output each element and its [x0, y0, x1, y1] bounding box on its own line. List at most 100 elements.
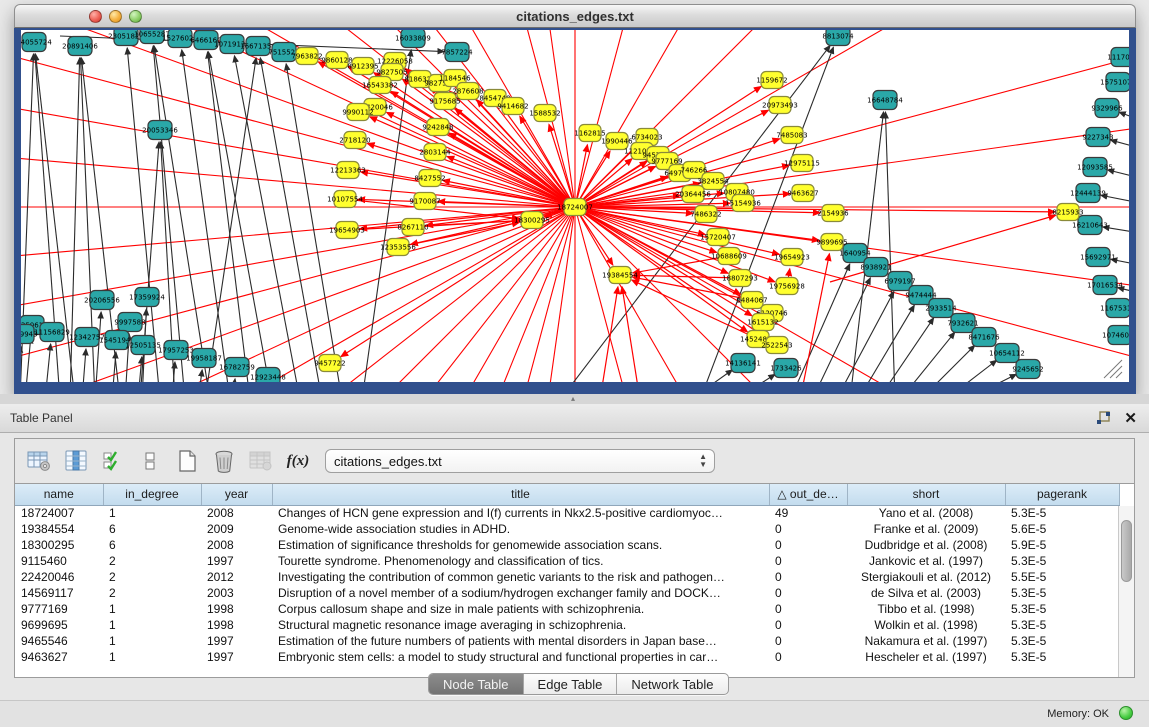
network-node-teal[interactable]: 15692971	[1080, 248, 1116, 267]
table-cell[interactable]: 1	[103, 505, 201, 521]
function-builder-button[interactable]: f(x)	[285, 449, 311, 473]
table-cell[interactable]: Corpus callosum shape and size in male p…	[272, 601, 769, 617]
table-cell[interactable]: de Silva et al. (2003)	[847, 585, 1005, 601]
table-cell[interactable]: Structural magnetic resonance image aver…	[272, 617, 769, 633]
table-row[interactable]: 1456911722003Disruption of a novel membe…	[15, 585, 1119, 601]
network-node-yellow[interactable]: 9175685	[429, 93, 460, 110]
table-row[interactable]: 946554611997Estimation of the future num…	[15, 633, 1119, 649]
table-cell[interactable]: 0	[769, 521, 847, 537]
network-node-teal[interactable]: 8471676	[968, 328, 1000, 347]
table-cell[interactable]: 9777169	[15, 601, 103, 617]
select-rows-button[interactable]	[100, 449, 126, 473]
table-cell[interactable]: 1	[103, 601, 201, 617]
column-header[interactable]: pagerank	[1005, 484, 1119, 505]
table-cell[interactable]: Wolkin et al. (1998)	[847, 617, 1005, 633]
network-node-teal[interactable]: 12923448	[250, 368, 286, 383]
table-cell[interactable]: 18724007	[15, 505, 103, 521]
table-cell[interactable]: Nakamura et al. (1997)	[847, 633, 1005, 649]
column-header[interactable]: name	[15, 484, 103, 505]
table-cell[interactable]: Hescheler et al. (1997)	[847, 649, 1005, 665]
table-cell[interactable]: 19384554	[15, 521, 103, 537]
network-node-teal[interactable]: 20206556	[84, 291, 120, 310]
network-node-yellow[interactable]: 1159672	[756, 72, 787, 89]
network-node-yellow[interactable]: 7485083	[776, 127, 807, 144]
table-cell[interactable]: 5.3E-5	[1005, 585, 1119, 601]
column-header[interactable]: year	[201, 484, 272, 505]
table-cell[interactable]: Changes of HCN gene expression and I(f) …	[272, 505, 769, 521]
table-row[interactable]: 1938455462009Genome-wide association stu…	[15, 521, 1119, 537]
divider-grip-icon[interactable]: ▴	[571, 396, 580, 402]
table-cell[interactable]: 2	[103, 553, 201, 569]
network-node-yellow[interactable]: 8427552	[414, 170, 445, 187]
network-node-teal[interactable]: 10746010	[1102, 326, 1129, 345]
table-cell[interactable]: 1997	[201, 649, 272, 665]
network-node-yellow[interactable]: 9457722	[314, 355, 345, 372]
table-cell[interactable]: 5.3E-5	[1005, 601, 1119, 617]
network-node-yellow[interactable]: 9990112	[342, 104, 373, 121]
network-node-teal[interactable]: 16033809	[395, 30, 431, 48]
network-node-yellow[interactable]: 2522543	[761, 337, 792, 354]
table-cell[interactable]: 9115460	[15, 553, 103, 569]
network-node-yellow[interactable]: 9170087	[409, 193, 440, 210]
network-node-teal[interactable]: 17359924	[129, 288, 165, 307]
table-cell[interactable]: 0	[769, 585, 847, 601]
network-node-yellow[interactable]: 10688609	[711, 248, 747, 265]
table-cell[interactable]: Tourette syndrome. Phenomenology and cla…	[272, 553, 769, 569]
table-cell[interactable]: 2012	[201, 569, 272, 585]
network-node-teal[interactable]: 9329966	[1091, 99, 1123, 118]
network-node-teal[interactable]: 15751074	[1100, 73, 1129, 92]
table-scrollbar-thumb[interactable]	[1121, 520, 1132, 582]
column-header[interactable]: title	[272, 484, 769, 505]
network-canvas[interactable]: 2405572420891406230518261065528715276021…	[14, 28, 1136, 394]
table-row[interactable]: 2242004622012Investigating the contribut…	[15, 569, 1119, 585]
table-cell[interactable]: 1	[103, 633, 201, 649]
table-cell[interactable]: Franke et al. (2009)	[847, 521, 1005, 537]
table-cell[interactable]: 2003	[201, 585, 272, 601]
table-cell[interactable]: 5.3E-5	[1005, 505, 1119, 521]
network-node-yellow[interactable]: 12975115	[784, 155, 820, 172]
table-cell[interactable]: 6	[103, 521, 201, 537]
tab-edge-table[interactable]: Edge Table	[524, 674, 618, 694]
table-cell[interactable]: 1997	[201, 553, 272, 569]
network-node-teal[interactable]: 9997588	[114, 313, 145, 332]
network-node-yellow[interactable]: 2803144	[419, 144, 451, 161]
network-node-teal[interactable]: 16648784	[867, 91, 903, 110]
table-cell[interactable]: 0	[769, 633, 847, 649]
table-cell[interactable]: 1998	[201, 617, 272, 633]
node-table-grid[interactable]: namein_degreeyeartitle△ out_de…shortpage…	[15, 484, 1120, 665]
network-node-teal[interactable]: 9245652	[1012, 360, 1043, 379]
table-cell[interactable]: 1	[103, 617, 201, 633]
table-cell[interactable]: Genome-wide association studies in ADHD.	[272, 521, 769, 537]
table-cell[interactable]: Stergiakouli et al. (2012)	[847, 569, 1005, 585]
table-row[interactable]: 969969511998Structural magnetic resonanc…	[15, 617, 1119, 633]
table-cell[interactable]: 2008	[201, 537, 272, 553]
table-cell[interactable]: 2	[103, 569, 201, 585]
table-cell[interactable]: 18300295	[15, 537, 103, 553]
split-pane-divider[interactable]: ▴	[0, 394, 1149, 404]
table-cell[interactable]: 0	[769, 553, 847, 569]
table-cell[interactable]: Yano et al. (2008)	[847, 505, 1005, 521]
network-node-yellow[interactable]: 10107554	[327, 191, 363, 208]
table-row[interactable]: 1830029562008Estimation of significance …	[15, 537, 1119, 553]
network-node-teal[interactable]: 24055724	[21, 33, 52, 52]
network-node-teal[interactable]: 20891406	[62, 37, 98, 56]
table-row[interactable]: 977716911998Corpus callosum shape and si…	[15, 601, 1119, 617]
table-cell[interactable]: 1998	[201, 601, 272, 617]
network-node-teal[interactable]: 17016534	[1087, 276, 1123, 295]
table-cell[interactable]: 5.9E-5	[1005, 537, 1119, 553]
tab-node-table[interactable]: Node Table	[429, 674, 524, 694]
table-cell[interactable]: Tibbo et al. (1998)	[847, 601, 1005, 617]
network-node-yellow[interactable]: 19654903	[329, 222, 365, 239]
network-node-yellow[interactable]: 19756928	[769, 278, 805, 295]
table-cell[interactable]: Dudbridge et al. (2008)	[847, 537, 1005, 553]
network-node-yellow[interactable]: 8267110	[397, 219, 428, 236]
network-node-yellow[interactable]: 9414682	[497, 98, 528, 115]
table-cell[interactable]: 2008	[201, 505, 272, 521]
table-cell[interactable]: Estimation of significance thresholds fo…	[272, 537, 769, 553]
network-node-yellow[interactable]: 8215933	[1052, 204, 1083, 221]
table-cell[interactable]: 9699695	[15, 617, 103, 633]
column-settings-button[interactable]	[26, 449, 52, 473]
table-cell[interactable]: 1997	[201, 633, 272, 649]
window-titlebar[interactable]: citations_edges.txt	[14, 4, 1136, 28]
row-height-button[interactable]	[137, 449, 163, 473]
